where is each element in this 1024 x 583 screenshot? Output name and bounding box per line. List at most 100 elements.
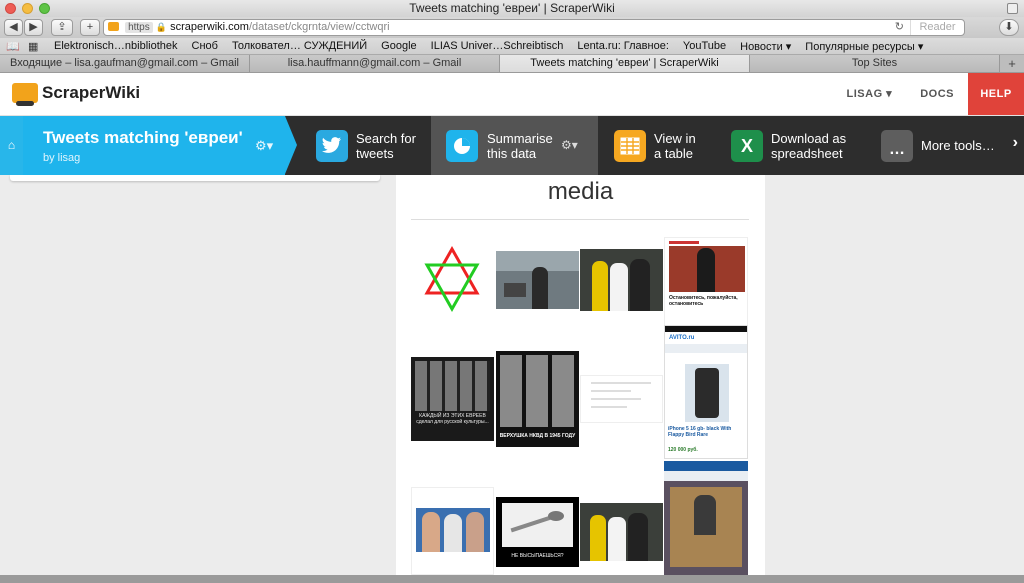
bookmark-item[interactable]: Google [381, 40, 416, 52]
bookmarks-bar: 📖 ▦ Elektronisch…nbibliothek Сноб Толков… [0, 38, 1024, 55]
tool-strip: ⌂ Tweets matching 'евреи' by lisag ⚙▾ Se… [0, 116, 1024, 175]
home-icon[interactable]: ⌂ [0, 116, 23, 175]
dataset-title: Tweets matching 'евреи' [43, 128, 243, 147]
site-header: ScraperWiki LISAG ▾ DOCS HELP [0, 73, 1024, 116]
media-thumbnail-portraits[interactable]: КАЖДЫЙ ИЗ ЭТИХ ЕВРЕЕВ сделал для русской… [411, 357, 494, 441]
news-caption: Остановитесь, пожалуйста, остановитесь [669, 295, 738, 307]
main-content: media Остановитесь, пожалуйста, останови… [0, 175, 1024, 575]
tool-label-line1: Search for [356, 131, 416, 146]
tool-label-line2: spreadsheet [771, 146, 843, 161]
bookmark-item[interactable]: Сноб [192, 40, 218, 52]
tool-label-line2: a table [654, 146, 694, 161]
site-favicon-icon [108, 22, 119, 31]
table-icon [614, 130, 646, 162]
spoon-caption: НЕ ВЫСЫПАЕШЬСЯ? [511, 553, 564, 559]
add-bookmark-button[interactable]: + [80, 19, 100, 36]
dataset-owner: by lisag [43, 152, 81, 164]
tool-label: Search for tweets [356, 131, 416, 161]
dataset-header[interactable]: Tweets matching 'евреи' by lisag ⚙▾ [23, 116, 297, 175]
dataset-settings-gear-icon[interactable]: ⚙▾ [255, 138, 273, 154]
user-menu[interactable]: LISAG ▾ [833, 73, 907, 115]
tool-label-line2: this data [487, 146, 537, 161]
media-heading: media [547, 178, 614, 205]
bookmark-item[interactable]: YouTube [683, 40, 726, 52]
media-thumbnail-group-photo[interactable] [580, 249, 663, 311]
scraperwiki-logo[interactable]: ScraperWiki [12, 83, 141, 106]
window-title: Tweets matching 'евреи' | ScraperWiki [409, 1, 615, 15]
tool-label-line1: Summarise [487, 131, 553, 146]
media-thumbnail-tv-screenshot[interactable] [411, 487, 494, 575]
reading-list-icon[interactable]: 📖 [6, 40, 20, 53]
tool-label: Download as spreadsheet [771, 131, 846, 161]
excel-icon: X [731, 130, 763, 162]
avito-title: iPhone 5 16 gb- black With Flappy Bird R… [668, 426, 732, 438]
avito-price: 120 000 руб. [668, 447, 698, 453]
zoom-window-button[interactable] [39, 3, 50, 14]
chevron-right-icon[interactable]: › [1013, 135, 1018, 151]
bookmark-item[interactable]: Lenta.ru: Главное: [577, 40, 669, 52]
downloads-button[interactable]: ⬇ [999, 19, 1019, 36]
tool-label-line2: tweets [356, 146, 394, 161]
fullscreen-icon[interactable] [1007, 3, 1018, 14]
media-thumbnail-group-photo-2[interactable] [580, 503, 663, 561]
media-thumbnail-star[interactable] [411, 237, 494, 323]
media-thumbnail-nkvd[interactable]: ВЕРХУШКА НКВД В 1945 ГОДУ [496, 351, 579, 447]
help-button[interactable]: HELP [968, 73, 1024, 115]
header-nav: LISAG ▾ DOCS HELP [833, 73, 1024, 115]
close-window-button[interactable] [5, 3, 16, 14]
bookmark-folder[interactable]: Новости ▾ [740, 40, 791, 53]
window-titlebar: Tweets matching 'евреи' | ScraperWiki [0, 0, 1024, 17]
bookmark-item[interactable]: ILIAS Univer…Schreibtisch [431, 40, 564, 52]
address-bar[interactable]: https 🔒 scraperwiki.com/dataset/ckgrnta/… [103, 19, 965, 36]
minimize-window-button[interactable] [22, 3, 33, 14]
tool-view-table[interactable]: View in a table [598, 116, 715, 175]
left-panel [10, 175, 380, 181]
status-bar [0, 575, 1024, 583]
tool-download-spreadsheet[interactable]: X Download as spreadsheet [715, 116, 865, 175]
tool-label: View in a table [654, 131, 696, 161]
window-controls [5, 3, 50, 14]
browser-toolbar: ◀ ▶ ⇪ + https 🔒 scraperwiki.com/dataset/… [0, 17, 1024, 38]
heading-divider [411, 219, 749, 220]
more-icon: … [881, 130, 913, 162]
logo-text: ScraperWiki [42, 83, 141, 102]
pie-chart-icon [446, 130, 478, 162]
tool-label-line1: View in [654, 131, 696, 146]
nkvd-caption: ВЕРХУШКА НКВД В 1945 ГОДУ [499, 433, 576, 439]
bookmark-item[interactable]: Elektronisch…nbibliothek [54, 40, 178, 52]
media-thumbnail-spoon[interactable]: НЕ ВЫСЫПАЕШЬСЯ? [496, 497, 579, 567]
reload-icon[interactable]: ↻ [895, 20, 904, 35]
media-thumbnail-outdoor-photo[interactable] [664, 461, 748, 575]
bookmark-folder[interactable]: Популярные ресурсы ▾ [805, 40, 923, 53]
tab-gmail-inbox[interactable]: Входящие – lisa.gaufman@gmail.com – Gmai… [0, 55, 250, 72]
tab-scraperwiki[interactable]: Tweets matching 'евреи' | ScraperWiki [500, 55, 750, 72]
bookmark-item[interactable]: Толковател… СУЖДЕНИЙ [232, 40, 367, 52]
url-path: /dataset/ckgrnta/view/cctwqri [248, 21, 390, 33]
lock-icon: 🔒 [155, 22, 168, 32]
url-protocol-badge: https [125, 22, 153, 33]
bulldozer-logo-icon [12, 83, 38, 106]
tool-more-tools[interactable]: … More tools… › [865, 116, 1024, 175]
media-thumbnail-screenshot[interactable] [580, 375, 663, 423]
tab-top-sites[interactable]: Top Sites [750, 55, 1000, 72]
docs-link[interactable]: DOCS [906, 73, 968, 115]
tab-gmail-second[interactable]: lisa.hauffmann@gmail.com – Gmail [250, 55, 500, 72]
top-sites-grid-icon[interactable]: ▦ [28, 40, 40, 53]
tool-label-line1: Download as [771, 131, 847, 146]
tool-summarise[interactable]: Summarise this data ⚙▾ [431, 116, 598, 175]
url-host: scraperwiki.com [170, 21, 249, 33]
new-tab-button[interactable]: + [1000, 55, 1024, 72]
media-page: media Остановитесь, пожалуйста, останови… [396, 175, 765, 575]
back-button[interactable]: ◀ [4, 19, 23, 36]
twitter-icon [316, 130, 348, 162]
media-thumbnail-street-photo[interactable] [496, 251, 579, 309]
tool-label: Summarise this data [487, 131, 553, 161]
tool-settings-gear-icon[interactable]: ⚙▾ [561, 138, 578, 153]
tool-search-tweets[interactable]: Search for tweets [300, 116, 431, 175]
share-button[interactable]: ⇪ [51, 19, 73, 36]
forward-button[interactable]: ▶ [24, 19, 43, 36]
media-thumbnail-news-article[interactable]: Остановитесь, пожалуйста, остановитесь [664, 237, 748, 327]
media-thumbnail-avito-ad[interactable]: AVITO.ru iPhone 5 16 gb- black With Flap… [664, 325, 748, 459]
tab-bar: Входящие – lisa.gaufman@gmail.com – Gmai… [0, 55, 1024, 73]
reader-button[interactable]: Reader [910, 20, 964, 35]
